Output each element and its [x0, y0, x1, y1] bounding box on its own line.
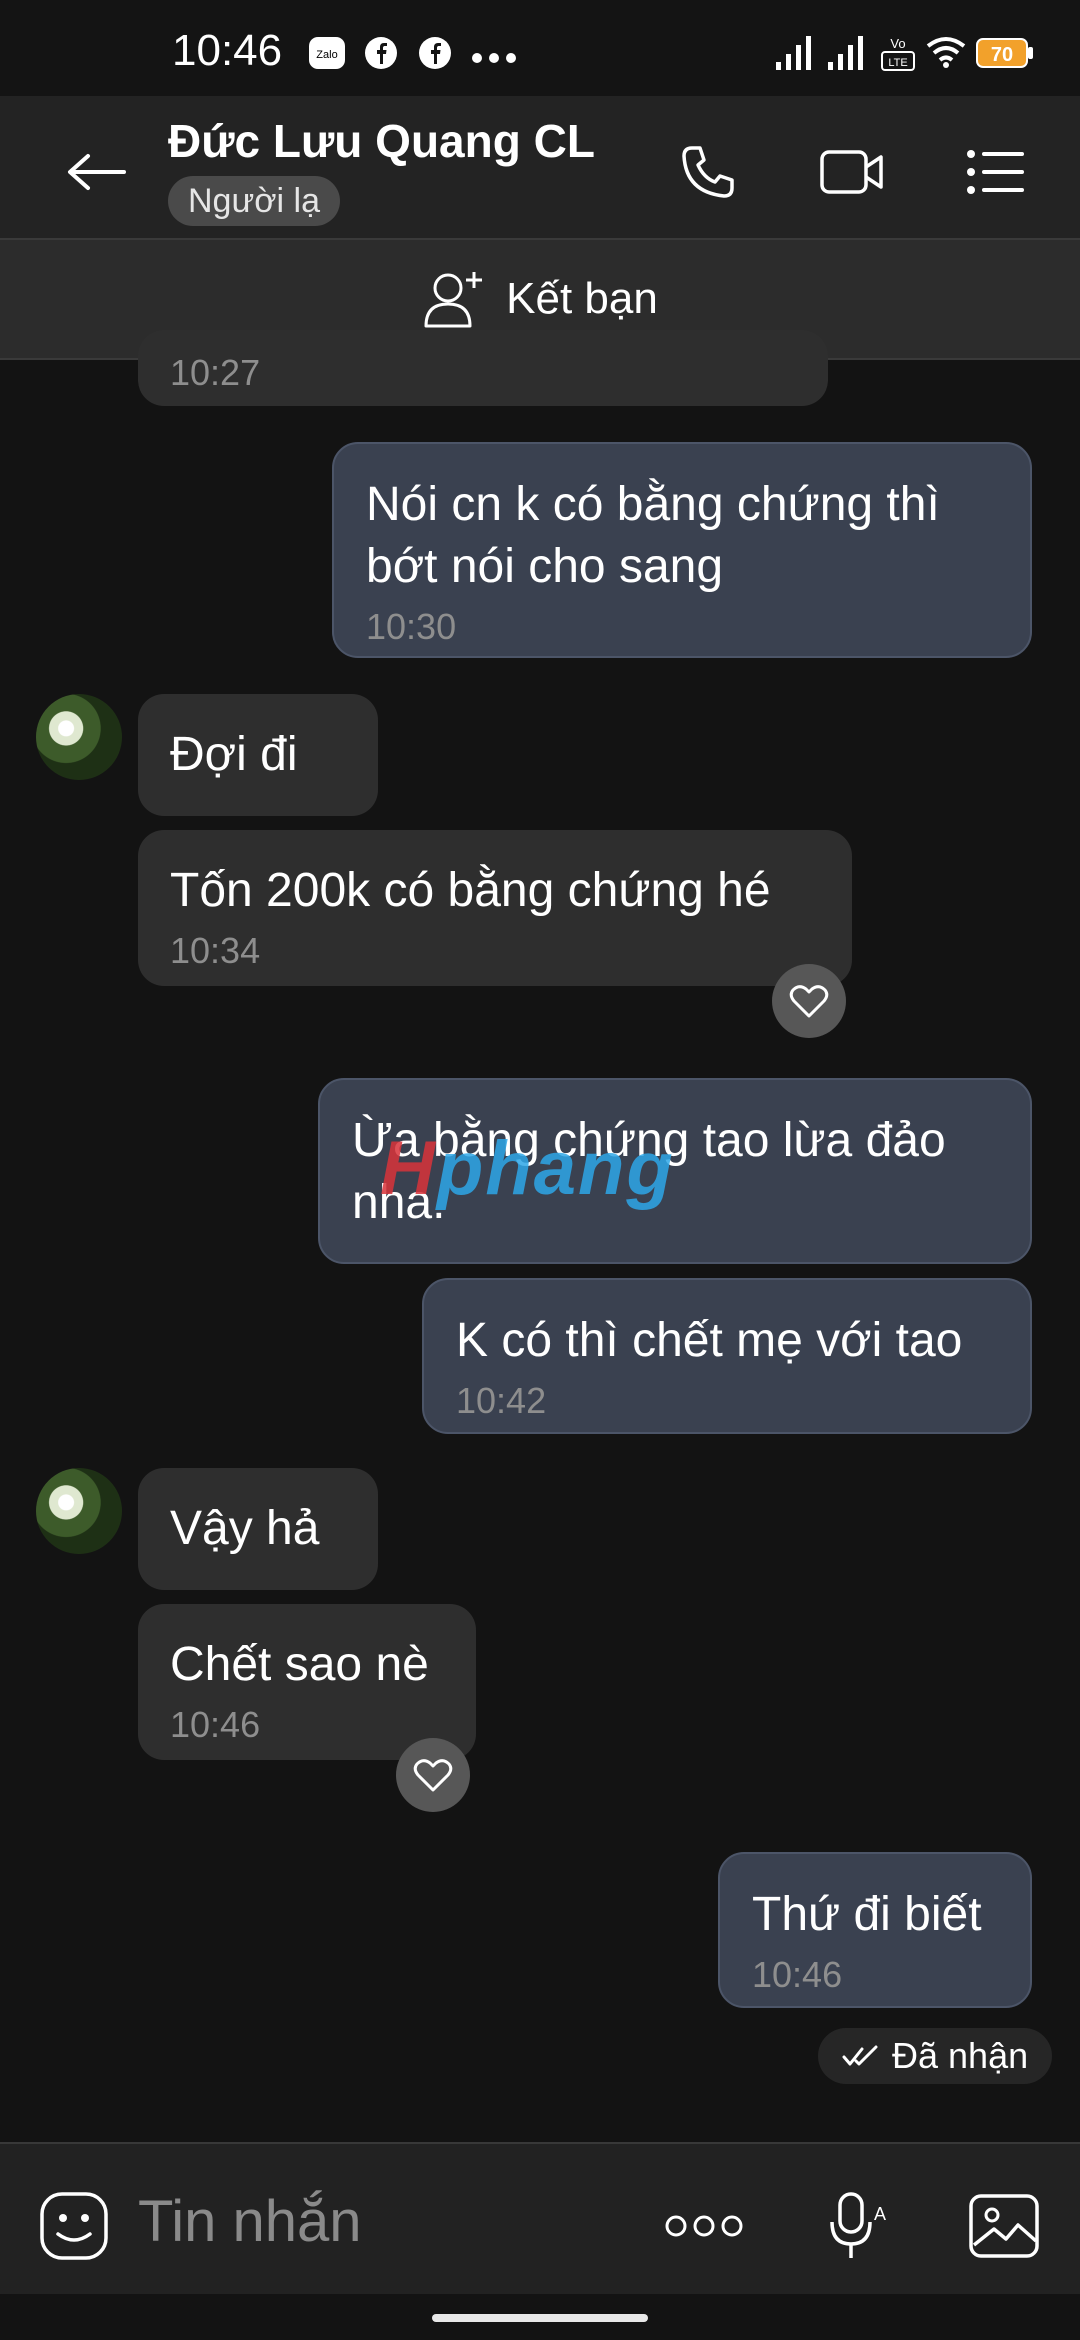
message-bubble-sent[interactable]: Thứ đi biết 10:46 — [718, 1852, 1032, 2008]
contact-avatar[interactable] — [36, 694, 122, 780]
more-options-icon — [665, 2215, 743, 2237]
message-time: 10:27 — [170, 352, 261, 393]
message-bubble-received[interactable]: Đợi đi — [138, 694, 378, 816]
heart-icon — [413, 1759, 453, 1792]
facebook-icon — [418, 36, 452, 75]
back-arrow-icon — [68, 154, 126, 190]
image-button[interactable] — [964, 2186, 1044, 2266]
message-bubble-received[interactable]: Tốn 200k có bằng chứng hé 10:34 — [138, 830, 852, 986]
sticker-button[interactable] — [34, 2186, 114, 2266]
sticker-icon — [40, 2192, 108, 2260]
message-text: Nói cn k có bằng chứng thì bớt nói cho s… — [366, 478, 940, 593]
react-button[interactable] — [396, 1738, 470, 1812]
video-call-button[interactable] — [812, 132, 892, 212]
watermark-logo: Hphang — [380, 1125, 675, 1212]
message-time: 10:42 — [456, 1380, 547, 1421]
message-text: K có thì chết mẹ với tao — [456, 1314, 963, 1367]
message-time: 10:46 — [752, 1954, 843, 1995]
zalo-icon: Zalo — [308, 36, 346, 75]
message-bubble-received[interactable]: Chết sao nè 10:46 — [138, 1604, 476, 1760]
message-text: Thứ đi biết — [752, 1888, 982, 1941]
signal-icon — [828, 34, 868, 77]
message-bubble-sent[interactable]: Nói cn k có bằng chứng thì bớt nói cho s… — [332, 442, 1032, 658]
status-bar: 10:46 Zalo Vo LTE 70 — [0, 0, 1080, 96]
contact-avatar[interactable] — [36, 1468, 122, 1554]
svg-text:A: A — [874, 2204, 886, 2224]
message-text: Vậy hả — [170, 1502, 320, 1555]
svg-text:Zalo: Zalo — [316, 49, 337, 61]
menu-button[interactable] — [956, 132, 1036, 212]
back-button[interactable] — [56, 132, 136, 212]
image-icon — [969, 2194, 1039, 2258]
facebook-icon — [364, 36, 398, 75]
delivery-status: Đã nhận — [818, 2028, 1053, 2084]
voice-button[interactable]: A — [816, 2186, 896, 2266]
chat-header: Đức Lưu Quang CL Người lạ — [0, 96, 1080, 240]
contact-name[interactable]: Đức Lưu Quang CL — [168, 114, 595, 168]
message-time: 10:46 — [170, 1704, 261, 1745]
more-options-button[interactable] — [664, 2186, 744, 2266]
add-friend-label: Kết bạn — [506, 274, 658, 323]
home-indicator[interactable] — [432, 2314, 648, 2322]
message-bubble-received[interactable]: Vậy hả — [138, 1468, 378, 1590]
message-time: 10:34 — [170, 930, 261, 971]
status-time: 10:46 — [172, 26, 283, 75]
call-button[interactable] — [668, 132, 748, 212]
react-button[interactable] — [772, 964, 846, 1038]
watermark-rest: phang — [436, 1126, 675, 1211]
signal-icon — [776, 34, 816, 77]
video-call-icon — [820, 150, 883, 194]
message-bubble-received[interactable]: 10:27 — [138, 330, 828, 406]
message-text: Đợi đi — [170, 728, 298, 781]
svg-text:LTE: LTE — [888, 57, 907, 69]
message-time: 10:30 — [366, 606, 457, 647]
double-check-icon — [842, 2045, 878, 2066]
svg-text:Vo: Vo — [890, 36, 905, 51]
stranger-badge: Người lạ — [168, 176, 340, 226]
battery-icon: 70 — [976, 38, 1034, 73]
delivery-status-label: Đã nhận — [892, 2035, 1029, 2076]
wifi-icon — [926, 36, 966, 73]
more-dots-icon — [472, 50, 516, 68]
add-friend-icon — [424, 272, 483, 328]
message-text: Chết sao nè — [170, 1638, 429, 1691]
volte-icon: Vo LTE — [880, 34, 916, 79]
heart-icon — [789, 985, 829, 1018]
svg-text:70: 70 — [991, 44, 1013, 66]
message-bubble-sent[interactable]: K có thì chết mẹ với tao 10:42 — [422, 1278, 1032, 1434]
watermark-prefix: H — [380, 1126, 437, 1211]
menu-list-icon — [967, 150, 1024, 194]
message-input-bar: Tin nhắn A — [0, 2142, 1080, 2294]
voice-icon: A — [830, 2192, 886, 2258]
phone-icon — [682, 146, 734, 198]
message-input[interactable]: Tin nhắn — [138, 2188, 362, 2255]
message-text: Tốn 200k có bằng chứng hé — [170, 864, 771, 917]
